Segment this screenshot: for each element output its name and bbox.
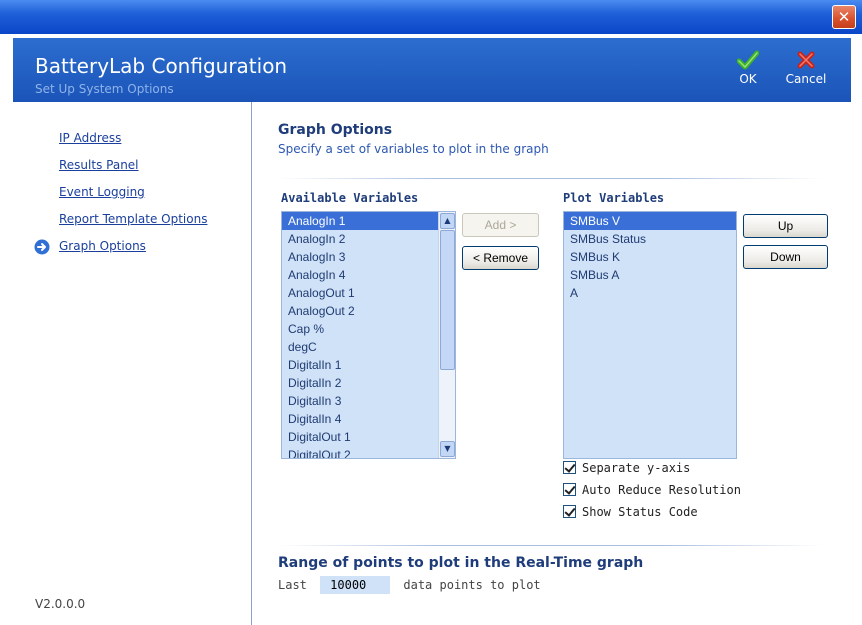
section-divider [278, 178, 823, 179]
scroll-thumb[interactable] [440, 230, 455, 370]
version-label: V2.0.0.0 [35, 597, 86, 611]
ok-label: OK [739, 72, 757, 86]
checkbox-checked[interactable] [563, 483, 576, 496]
plot-list-item[interactable]: A [564, 284, 736, 302]
checkmark-icon [737, 50, 759, 70]
separate-y-axis-checkbox[interactable]: Separate y-axis [563, 461, 690, 477]
plot-items: SMBus V SMBus Status SMBus K SMBus AA [564, 212, 736, 302]
checkbox-checked[interactable] [563, 505, 576, 518]
sidebar-nav: IP Address Results Panel Event Logging R… [13, 102, 252, 625]
section-divider [278, 545, 823, 546]
sidebar-item-graph-options[interactable]: Graph Options [59, 239, 146, 257]
app-subtitle: Set Up System Options [35, 82, 174, 96]
scroll-up-button[interactable]: ▲ [440, 213, 455, 229]
close-icon: ✕ [837, 8, 851, 26]
plot-variables-title: Plot Variables [563, 191, 665, 205]
checkbox-checked[interactable] [563, 461, 576, 474]
add-button[interactable]: Add > [462, 213, 539, 237]
cancel-label: Cancel [785, 72, 827, 86]
available-list-item[interactable]: degC [282, 338, 455, 356]
remove-button[interactable]: < Remove [462, 246, 539, 270]
checkbox-label: Auto Reduce Resolution [582, 483, 741, 497]
available-scrollbar[interactable]: ▲ ▼ [438, 212, 455, 458]
available-list-item[interactable]: DigitalOut 1 [282, 428, 455, 446]
show-status-code-checkbox[interactable]: Show Status Code [563, 505, 698, 521]
checkbox-label: Separate y-axis [582, 461, 691, 475]
plot-variables-list[interactable]: SMBus V SMBus Status SMBus K SMBus AA [563, 211, 737, 459]
range-points-input[interactable]: 10000 [320, 576, 391, 594]
available-list-item[interactable]: AnalogIn 1 [282, 212, 455, 230]
available-variables-list[interactable]: AnalogIn 1 AnalogIn 2 AnalogIn 3 AnalogIn 4… [281, 211, 456, 459]
available-list-item[interactable]: DigitalOut 2 [282, 446, 455, 458]
available-list-item[interactable]: DigitalIn 3 [282, 392, 455, 410]
scroll-down-button[interactable]: ▼ [440, 441, 455, 457]
plot-list-item[interactable]: SMBus V [564, 212, 736, 230]
auto-reduce-resolution-checkbox[interactable]: Auto Reduce Resolution [563, 483, 741, 499]
available-list-item[interactable]: DigitalIn 4 [282, 410, 455, 428]
plot-list-item[interactable]: SMBus K [564, 248, 736, 266]
app-title: BatteryLab Configuration [35, 54, 288, 78]
plot-list-item[interactable]: SMBus Status [564, 230, 736, 248]
down-button[interactable]: Down [743, 245, 828, 269]
available-list-item[interactable]: AnalogIn 2 [282, 230, 455, 248]
graph-options-title: Graph Options [278, 122, 393, 138]
range-title: Range of points to plot in the Real-Time… [278, 555, 644, 571]
main-panel: Graph Options Specify a set of variables… [253, 102, 851, 625]
sidebar-item-event-logging[interactable]: Event Logging [59, 185, 145, 203]
sidebar-item-results-panel[interactable]: Results Panel [59, 158, 139, 176]
up-button[interactable]: Up [743, 214, 828, 238]
window-titlebar: ✕ [0, 0, 862, 34]
available-list-item[interactable]: AnalogOut 2 [282, 302, 455, 320]
dialog-header: BatteryLab Configuration Set Up System O… [13, 38, 851, 102]
close-window-button[interactable]: ✕ [832, 5, 856, 29]
cancel-button[interactable]: Cancel [779, 50, 833, 94]
range-row: Last 10000 data points to plot [278, 576, 541, 594]
available-list-item[interactable]: AnalogIn 3 [282, 248, 455, 266]
available-items: AnalogIn 1 AnalogIn 2 AnalogIn 3 AnalogIn 4… [282, 212, 455, 458]
sidebar-item-report-template-options[interactable]: Report Template Options [59, 212, 207, 230]
available-list-item[interactable]: Cap % [282, 320, 455, 338]
available-list-item[interactable]: DigitalIn 1 [282, 356, 455, 374]
x-icon [797, 51, 815, 69]
plot-list-item[interactable]: SMBus A [564, 266, 736, 284]
chevron-up-icon: ▲ [444, 216, 451, 225]
checkbox-label: Show Status Code [582, 505, 698, 519]
sidebar-item-ip-address[interactable]: IP Address [59, 131, 121, 149]
range-suffix: data points to plot [403, 578, 541, 592]
graph-options-description: Specify a set of variables to plot in th… [278, 142, 549, 156]
available-list-item[interactable]: DigitalIn 2 [282, 374, 455, 392]
available-list-item[interactable]: AnalogOut 1 [282, 284, 455, 302]
available-variables-title: Available Variables [281, 191, 419, 205]
available-list-item[interactable]: AnalogIn 4 [282, 266, 455, 284]
arrow-right-circle-icon [34, 239, 50, 255]
range-prefix: Last [278, 578, 307, 592]
chevron-down-icon: ▼ [444, 444, 451, 453]
ok-button[interactable]: OK [721, 50, 775, 94]
